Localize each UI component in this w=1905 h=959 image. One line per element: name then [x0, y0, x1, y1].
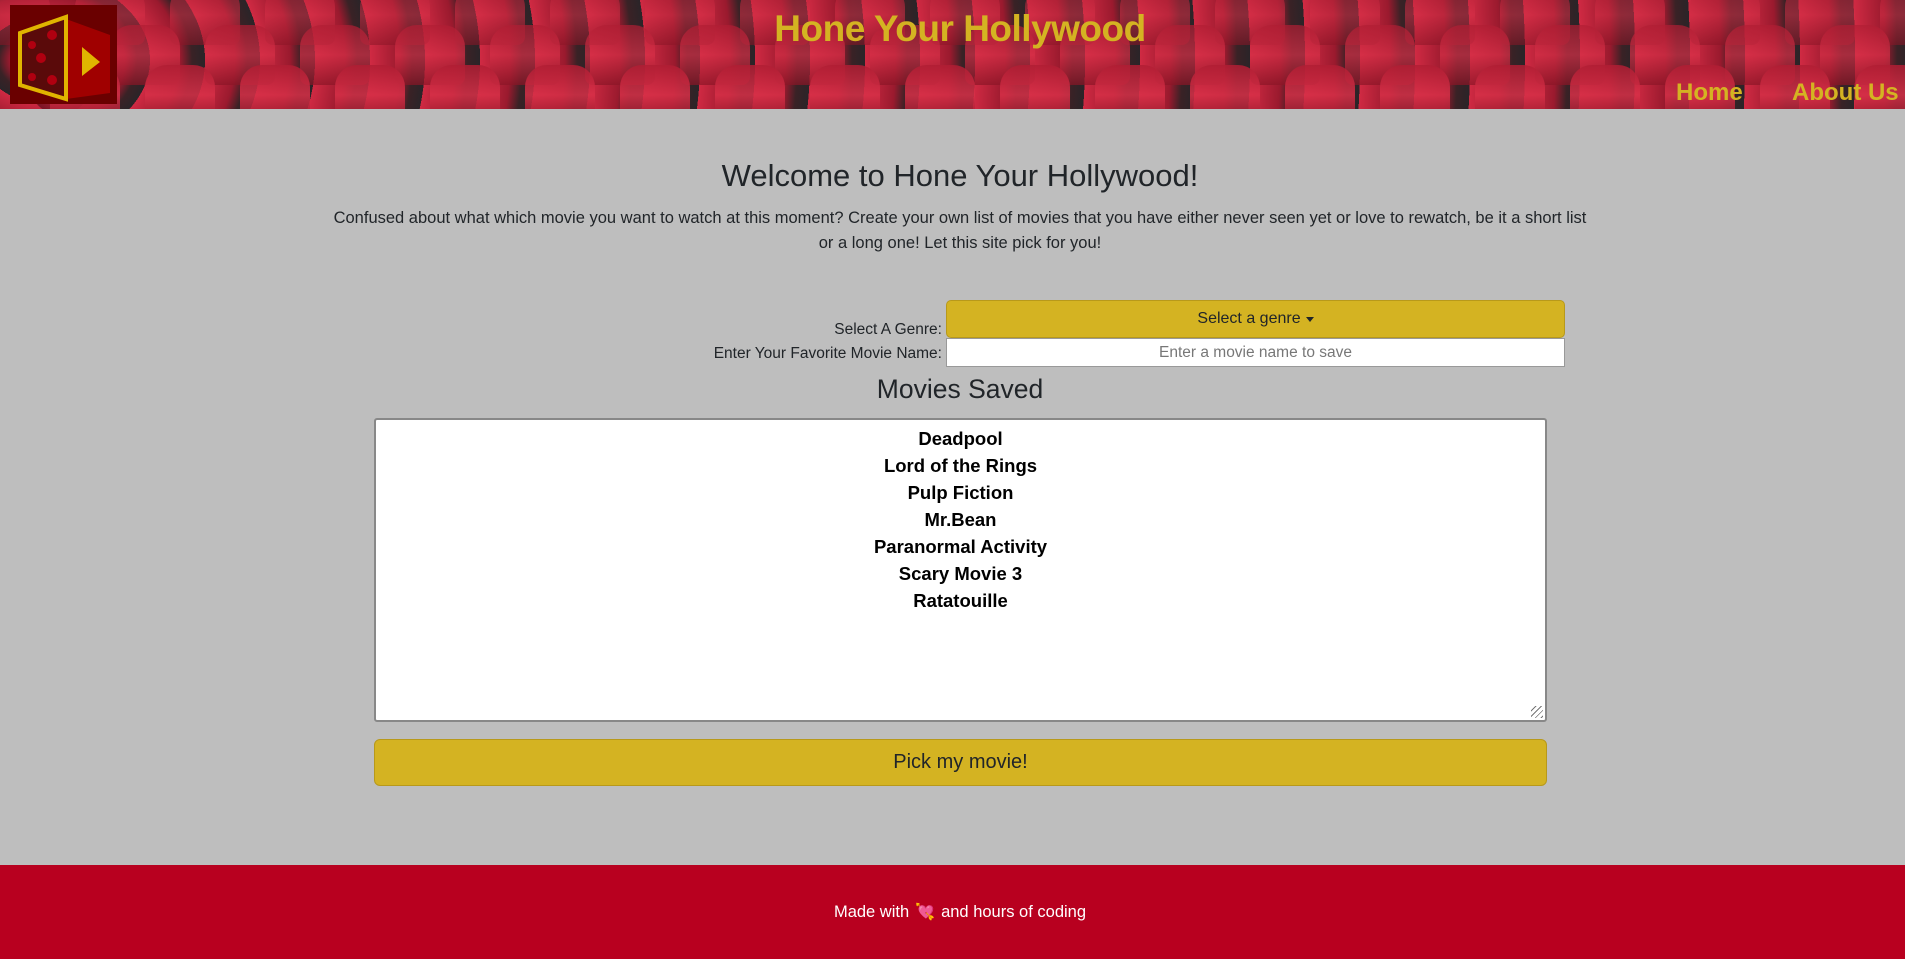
list-item: Deadpool — [918, 428, 1003, 449]
seat-decoration — [810, 65, 880, 109]
intro-text: Confused about what which movie you want… — [333, 209, 1587, 252]
list-item: Lord of the Rings — [883, 455, 1038, 476]
footer-text-after: and hours of coding — [941, 902, 1087, 921]
footer-text-before: Made with — [833, 902, 910, 921]
seat-decoration — [905, 65, 975, 109]
pick-movie-button[interactable]: Pick my movie! — [374, 739, 1547, 786]
movies-saved-heading: Movies Saved — [876, 374, 1044, 404]
seat-decoration — [1380, 65, 1450, 109]
footer: Made with 💘 and hours of coding — [0, 865, 1905, 959]
movies-saved-textarea[interactable]: Deadpool Lord of the Rings Pulp Fiction … — [374, 418, 1547, 722]
seat-decoration — [145, 65, 215, 109]
nav-about-us[interactable]: About Us — [1792, 79, 1899, 107]
seat-decoration — [1570, 65, 1640, 109]
seat-decoration — [1095, 65, 1165, 109]
seat-decoration — [1285, 65, 1355, 109]
seat-decoration — [430, 65, 500, 109]
list-item: Paranormal Activity — [873, 536, 1048, 557]
caret-down-icon — [1305, 316, 1314, 322]
header-banner: Hone Your Hollywood Home About Us — [0, 0, 1905, 109]
movie-name-input[interactable] — [946, 338, 1565, 367]
seat-decoration — [1000, 65, 1070, 109]
genre-dropdown[interactable]: Select a genre — [946, 300, 1565, 338]
seat-decoration — [335, 65, 405, 109]
seat-decoration — [1475, 65, 1545, 109]
resize-handle-icon[interactable] — [1531, 706, 1543, 718]
seat-decoration — [1190, 65, 1260, 109]
seat-decoration — [620, 65, 690, 109]
seat-decoration — [715, 65, 785, 109]
seat-decoration — [525, 65, 595, 109]
movie-name-label: Enter Your Favorite Movie Name: — [713, 345, 942, 362]
seat-decoration — [240, 65, 310, 109]
list-item: Scary Movie 3 — [898, 563, 1023, 584]
welcome-heading: Welcome to Hone Your Hollywood! — [721, 158, 1199, 193]
list-item: Mr.Bean — [924, 509, 997, 530]
genre-label: Select A Genre: — [834, 321, 942, 338]
genre-dropdown-label: Select a genre — [1197, 310, 1301, 327]
site-title: Hone Your Hollywood — [774, 8, 1146, 49]
list-item: Ratatouille — [913, 590, 1008, 611]
list-item: Pulp Fiction — [907, 482, 1014, 503]
nav-home[interactable]: Home — [1676, 79, 1743, 107]
heart-arrow-icon: 💘 — [915, 904, 936, 921]
